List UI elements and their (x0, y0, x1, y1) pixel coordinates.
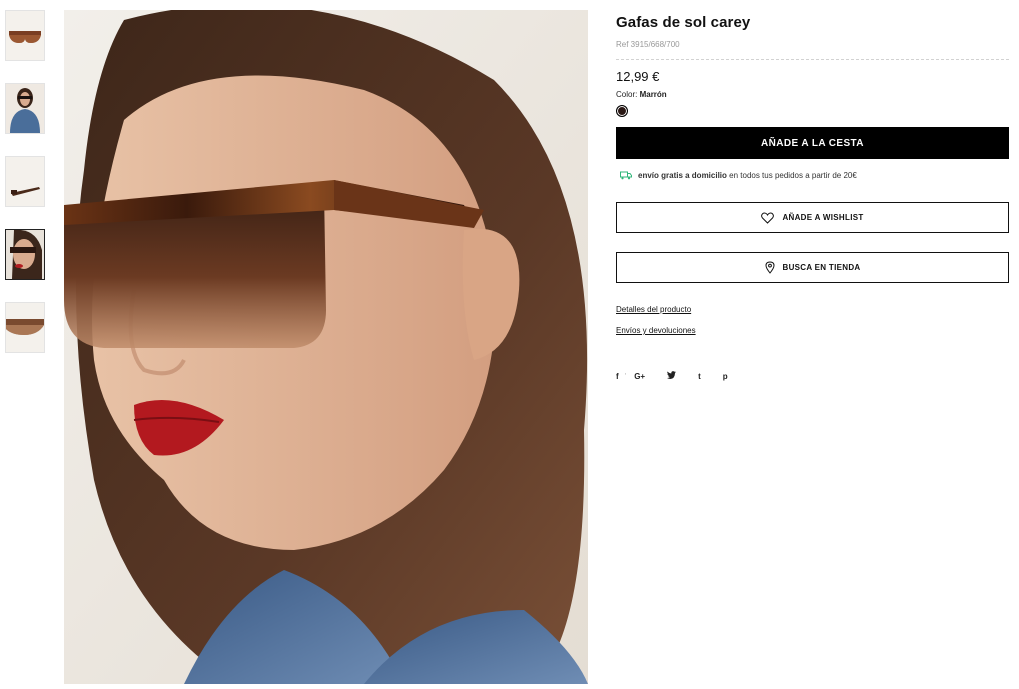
twitter-icon[interactable] (667, 371, 676, 381)
shipping-text: en todos tus pedidos a partir de 20€ (726, 171, 857, 180)
location-pin-icon (764, 261, 775, 274)
thumbnail-1[interactable] (5, 10, 45, 61)
color-swatch[interactable] (616, 105, 628, 117)
tumblr-icon[interactable]: t (698, 372, 701, 381)
store-label: BUSCA EN TIENDA (782, 263, 861, 272)
product-price: 12,99 € (616, 69, 660, 84)
color-value: Marrón (639, 90, 667, 99)
add-to-cart-button[interactable]: AÑADE A LA CESTA (616, 127, 1009, 159)
product-details: Gafas de sol carey Ref 3915/668/700 12,9… (616, 14, 1009, 381)
product-details-link[interactable]: Detalles del producto (616, 305, 1009, 314)
product-image (64, 10, 588, 684)
facebook-icon[interactable]: f (616, 372, 619, 381)
thumbnail-2[interactable] (5, 83, 45, 134)
pinterest-icon[interactable]: p (723, 372, 728, 381)
thumbnail-list (5, 10, 45, 375)
product-ref: Ref 3915/668/700 (616, 40, 1009, 60)
wishlist-label: AÑADE A WISHLIST (782, 213, 864, 222)
shipping-returns-link[interactable]: Envíos y devoluciones (616, 326, 1009, 335)
shipping-bold: envío gratis a domicilio (638, 171, 727, 180)
google-plus-icon[interactable]: G+ (634, 372, 645, 381)
shipping-info: envío gratis a domicilio en todos tus pe… (616, 171, 1009, 180)
separator: ' (624, 371, 627, 381)
thumbnail-5[interactable] (5, 302, 45, 353)
color-row: Color: Marrón (616, 90, 1009, 99)
heart-icon (761, 212, 775, 224)
truck-icon (620, 171, 632, 180)
thumbnail-4[interactable] (5, 229, 45, 280)
thumbnail-3[interactable] (5, 156, 45, 207)
color-label: Color: (616, 90, 638, 99)
social-share: f ' G+ t p (616, 371, 1009, 381)
add-to-wishlist-button[interactable]: AÑADE A WISHLIST (616, 202, 1009, 233)
product-title: Gafas de sol carey (616, 14, 751, 31)
find-in-store-button[interactable]: BUSCA EN TIENDA (616, 252, 1009, 283)
